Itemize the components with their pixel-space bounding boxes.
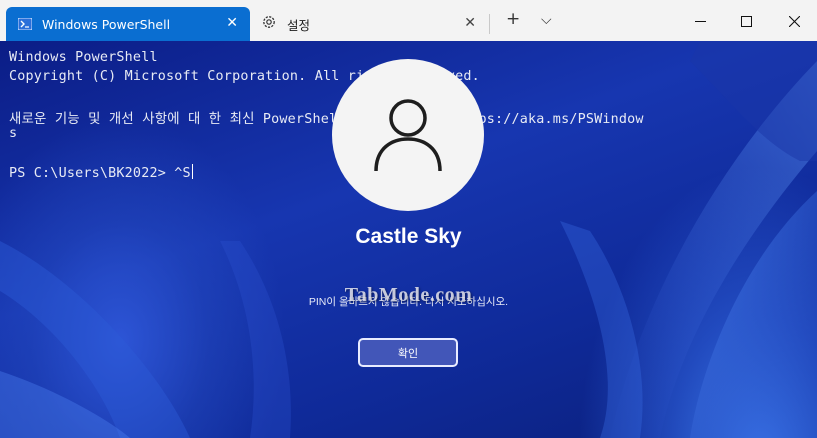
maximize-icon [740,12,752,31]
tab-label: 설정 [287,17,311,33]
user-icon [368,93,448,177]
tab-label: Windows PowerShell [42,16,171,32]
title-bar: Windows PowerShell ✕ 설정 ✕ + ⌵ [0,0,817,41]
new-tab-button[interactable]: + [506,9,520,29]
minimize-icon [694,12,706,31]
confirm-button[interactable]: 확인 [358,338,458,367]
user-avatar [332,59,484,211]
terminal-prompt: PS C:\Users\BK2022> ^S [9,166,191,181]
watermark-text: TabMode.com [344,284,473,306]
close-icon [788,12,800,31]
terminal-line: Windows PowerShell [9,50,158,65]
minimize-button[interactable] [677,6,723,36]
tab-close-icon[interactable]: ✕ [226,15,238,31]
tab-close-icon[interactable]: ✕ [464,15,476,31]
powershell-icon [17,15,33,34]
tab-windows-powershell[interactable]: Windows PowerShell ✕ [6,7,250,41]
terminal-prompt-line: PS C:\Users\BK2022> ^S [9,164,193,181]
text-cursor [191,164,193,179]
dropdown-button[interactable]: ⌵ [541,10,552,30]
terminal-line: s [9,126,18,141]
close-button[interactable] [771,6,817,36]
terminal-line: 새로운 기능 및 개선 사항에 대 한 최신 PowerShell을 설치 하세… [9,112,644,127]
tab-settings[interactable]: 설정 ✕ [252,7,488,41]
gear-icon [261,14,277,34]
user-name: Castle Sky [355,225,462,248]
maximize-button[interactable] [723,6,769,36]
tab-divider [489,14,490,34]
